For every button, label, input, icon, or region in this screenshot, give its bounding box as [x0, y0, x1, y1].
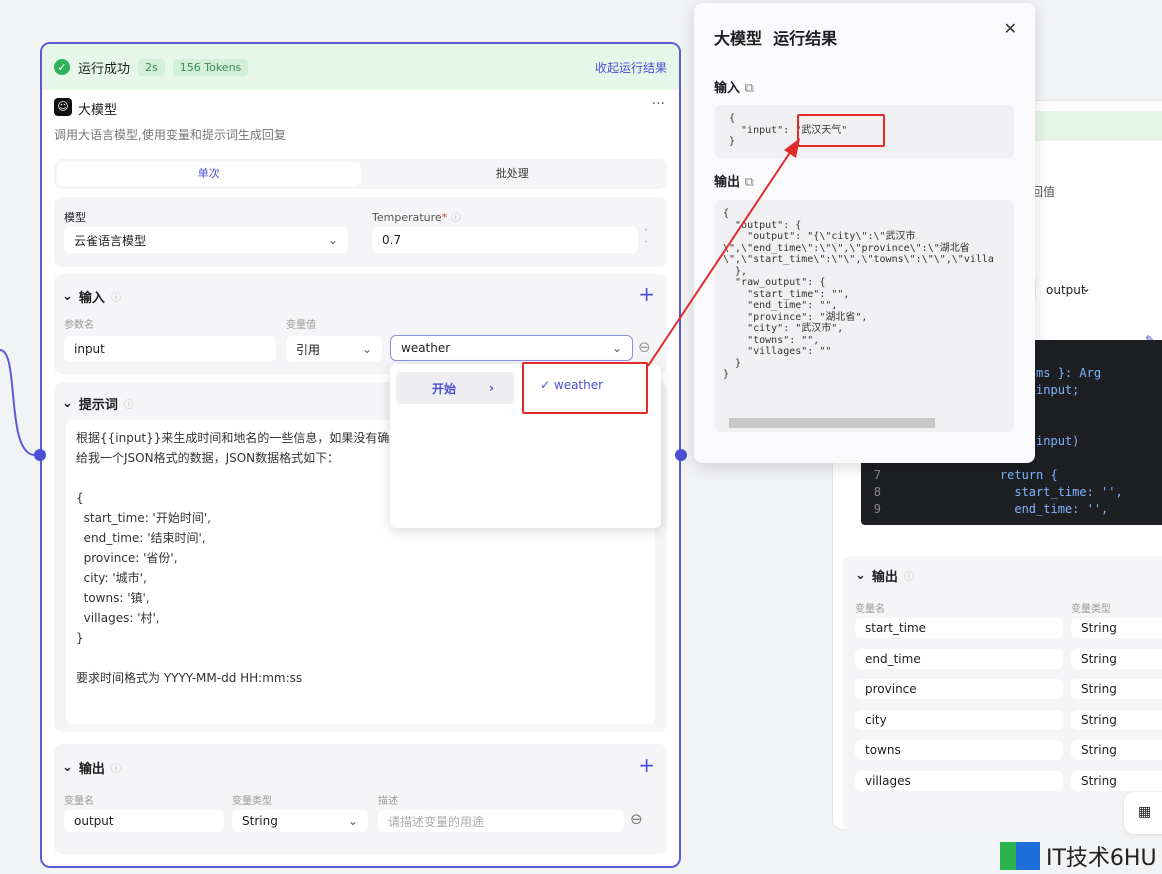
annotation-arrow: [647, 138, 800, 367]
